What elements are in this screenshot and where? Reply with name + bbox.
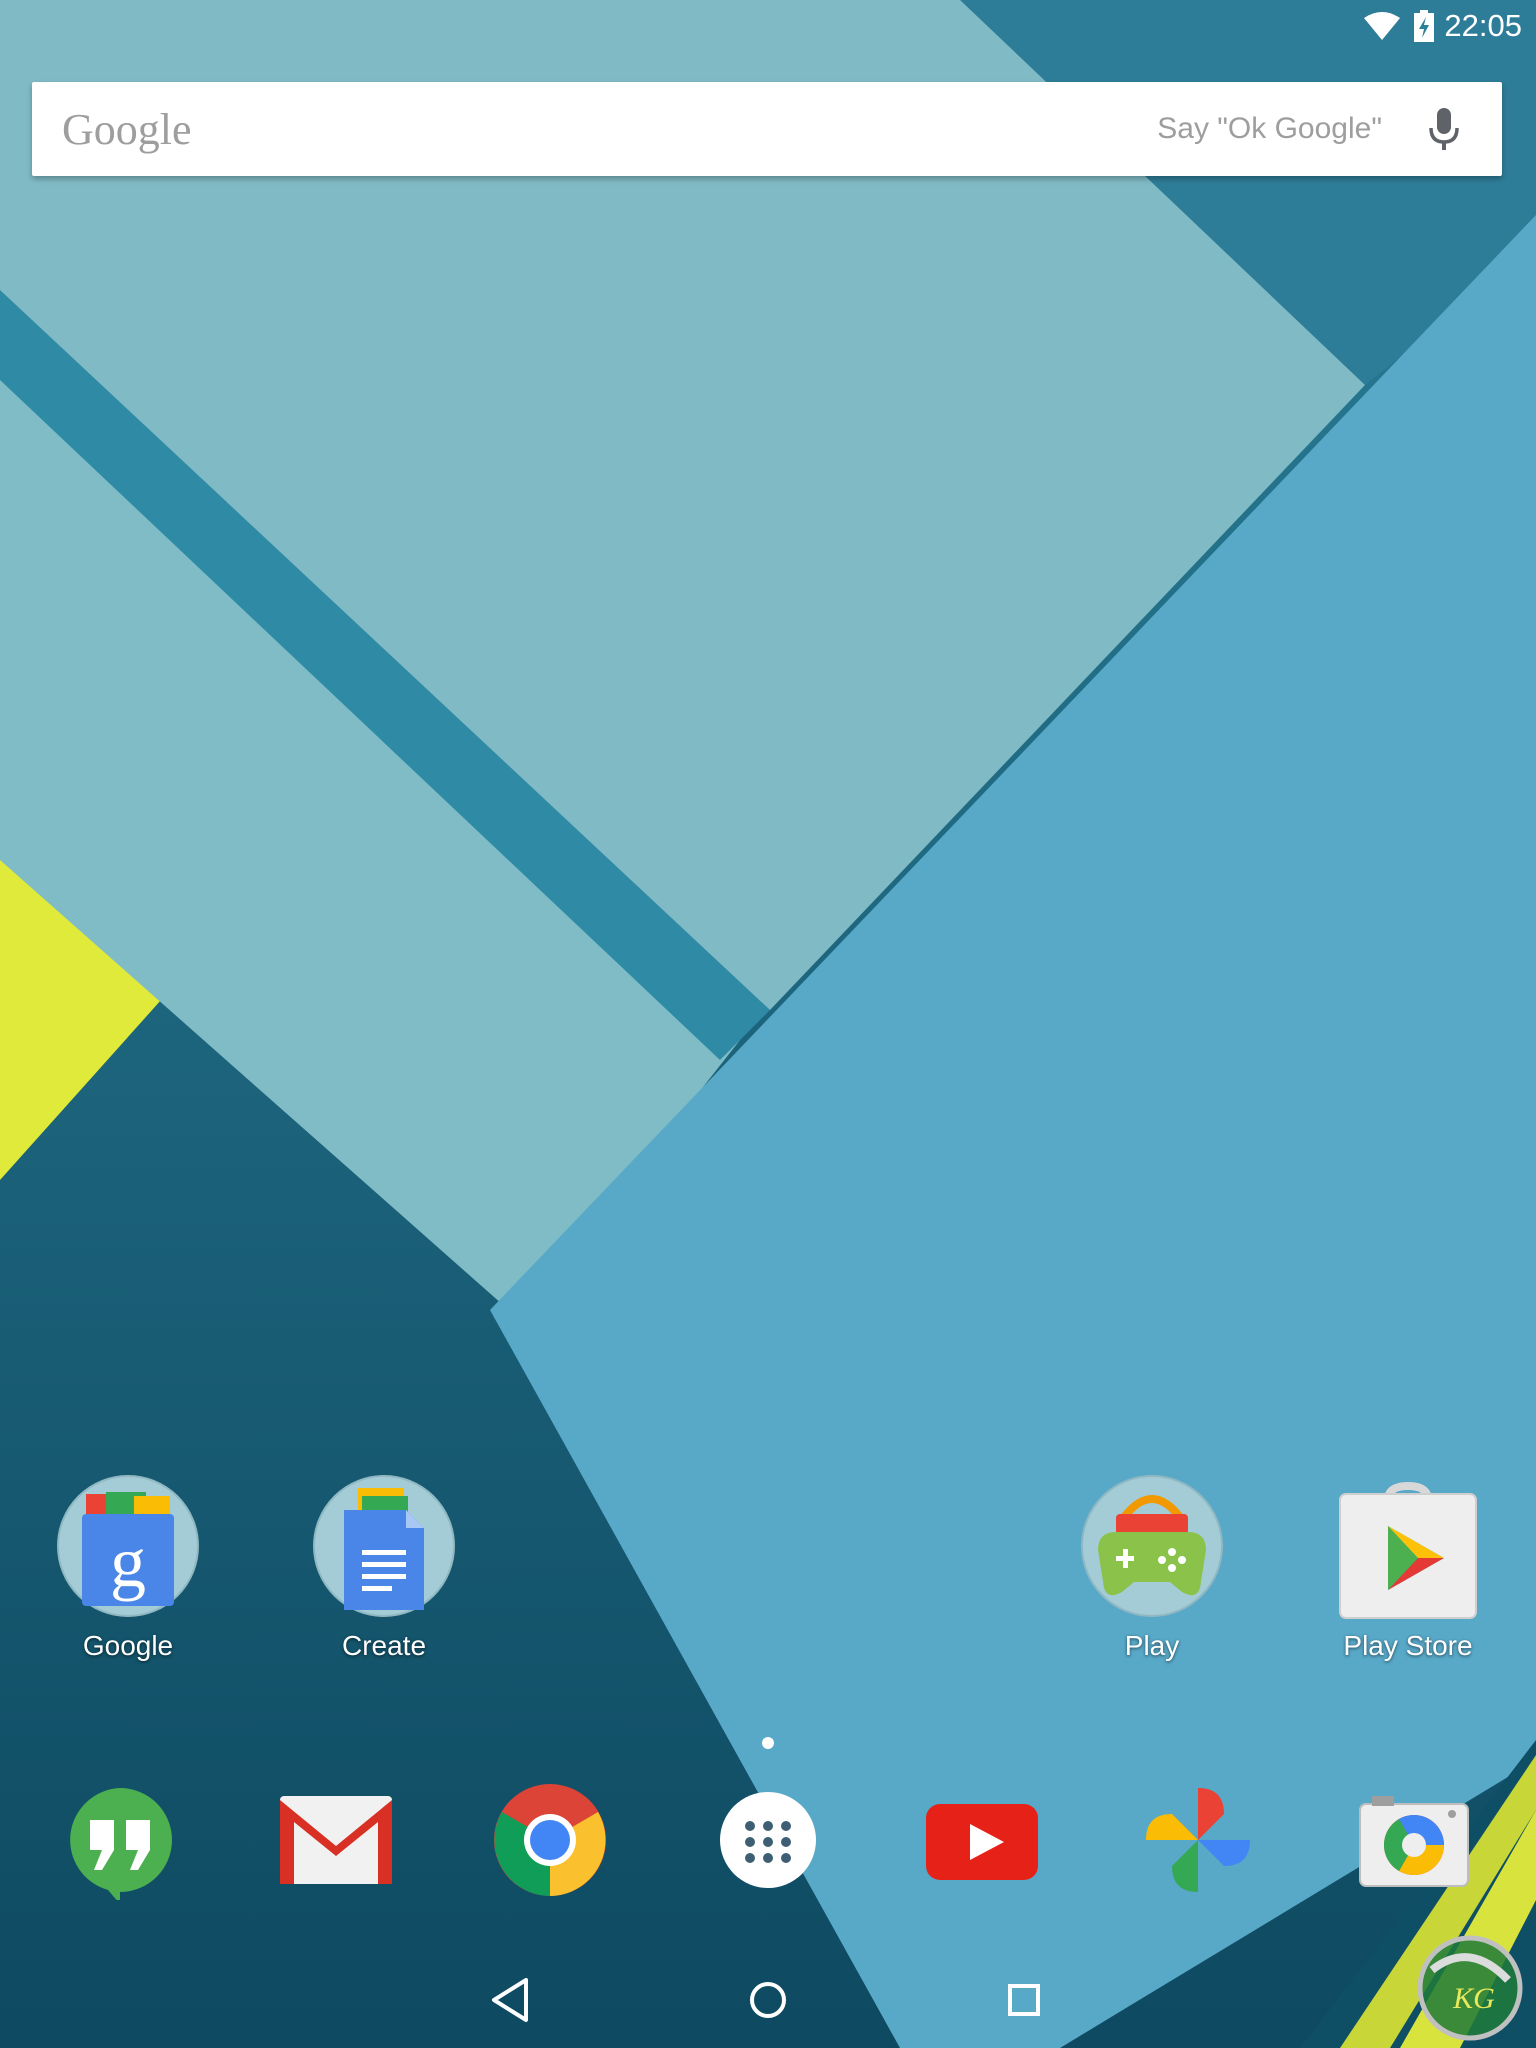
play-folder-icon	[1081, 1475, 1223, 1617]
create-folder-icon	[313, 1475, 455, 1617]
app-drawer-icon[interactable]	[708, 1780, 828, 1900]
battery-charging-icon	[1414, 10, 1434, 42]
wifi-icon	[1364, 12, 1400, 40]
app-label: Play Store	[1343, 1630, 1473, 1661]
status-time: 22:05	[1444, 8, 1522, 43]
mic-icon[interactable]	[1428, 106, 1460, 152]
gmail-icon[interactable]	[276, 1780, 396, 1900]
app-label: Google	[82, 1630, 174, 1661]
photos-icon[interactable]	[1138, 1780, 1258, 1900]
svg-text:KG: KG	[1452, 1982, 1495, 2015]
back-icon[interactable]	[480, 1968, 544, 2032]
play-store-icon	[1339, 1481, 1477, 1619]
app-google[interactable]: g Google	[48, 1470, 208, 1670]
app-play-store[interactable]: Play Store	[1328, 1470, 1488, 1670]
hangouts-icon[interactable]	[60, 1780, 180, 1900]
youtube-icon[interactable]	[922, 1780, 1042, 1900]
navigation-bar	[0, 1950, 1536, 2048]
chrome-icon[interactable]	[490, 1780, 610, 1900]
status-bar: 22:05	[0, 0, 1536, 52]
page-indicator-dot	[762, 1737, 774, 1749]
app-label: Play	[1124, 1630, 1180, 1661]
app-label: Create	[341, 1630, 427, 1661]
camera-icon[interactable]	[1354, 1780, 1474, 1900]
google-search-bar[interactable]: Google Say "Ok Google"	[32, 82, 1502, 176]
recents-icon[interactable]	[992, 1968, 1056, 2032]
svg-text:g: g	[110, 1522, 146, 1602]
app-create[interactable]: Create	[304, 1470, 464, 1670]
google-logo: Google	[62, 105, 192, 154]
app-play[interactable]: Play	[1072, 1470, 1232, 1670]
home-icon[interactable]	[736, 1968, 800, 2032]
search-hint: Say "Ok Google"	[1157, 112, 1382, 145]
google-folder-icon: g	[57, 1475, 199, 1617]
watermark-logo: KG	[1417, 1935, 1523, 2041]
